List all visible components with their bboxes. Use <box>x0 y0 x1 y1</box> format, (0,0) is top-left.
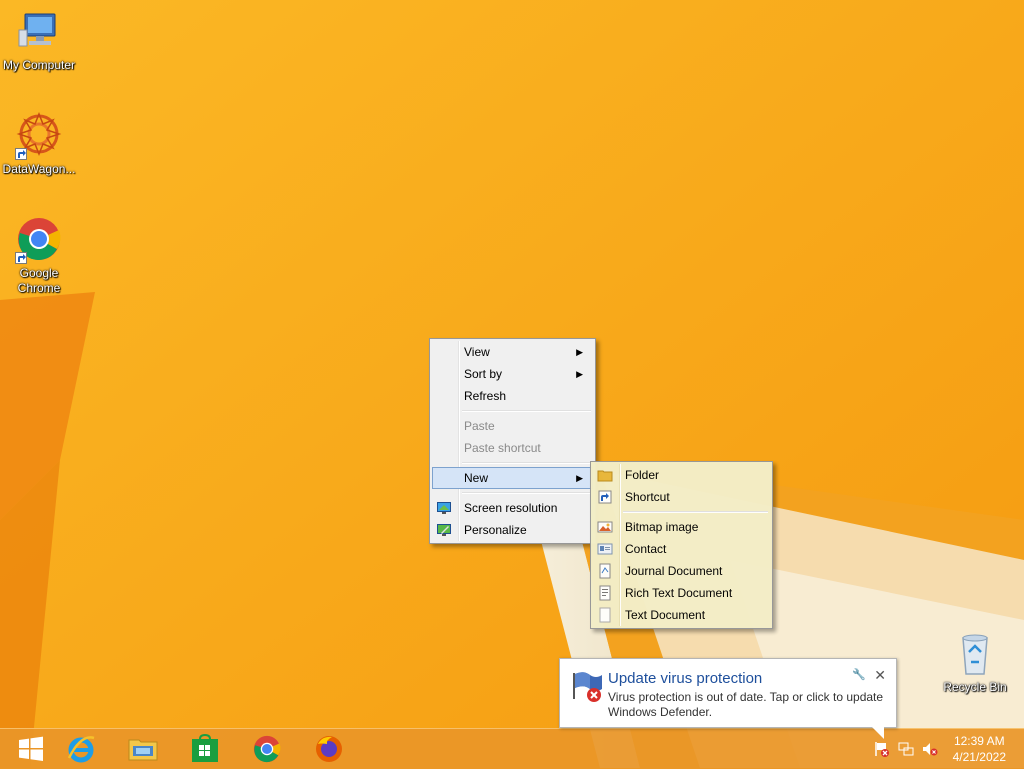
desktop-icon-label: DataWagon... <box>2 162 76 176</box>
menu-separator <box>462 410 591 412</box>
menu-item-sort-by[interactable]: Sort by ▶ <box>432 363 593 385</box>
taskbar-chrome[interactable] <box>236 729 298 769</box>
contact-icon <box>597 543 613 555</box>
menu-item-label: Journal Document <box>625 564 723 578</box>
submenu-item-rich-text-document[interactable]: Rich Text Document <box>593 582 770 604</box>
taskbar-firefox[interactable] <box>298 729 360 769</box>
datawagon-icon <box>15 111 63 160</box>
new-submenu: Folder Shortcut Bitmap image Contact Jou… <box>590 461 773 629</box>
chrome-icon <box>253 735 281 763</box>
menu-item-label: Screen resolution <box>464 501 558 515</box>
defender-flag-icon <box>573 672 602 702</box>
screen-resolution-icon <box>437 502 451 514</box>
taskbar-internet-explorer[interactable] <box>50 729 112 769</box>
menu-item-new[interactable]: New ▶ <box>432 467 593 489</box>
bitmap-icon <box>597 521 613 533</box>
clock-date: 4/21/2022 <box>952 750 1006 764</box>
desktop-icon-label: Recycle Bin <box>943 680 1007 694</box>
menu-item-label: Personalize <box>464 523 527 537</box>
notification-balloon[interactable]: Update virus protection Virus protection… <box>559 658 897 739</box>
submenu-item-contact[interactable]: Contact <box>593 538 770 560</box>
menu-item-paste[interactable]: Paste <box>432 415 593 437</box>
taskbar-file-explorer[interactable] <box>112 729 174 769</box>
chevron-right-icon: ▶ <box>576 347 583 357</box>
menu-item-screen-resolution[interactable]: Screen resolution <box>432 497 593 519</box>
computer-icon <box>15 8 63 56</box>
chrome-icon <box>15 216 63 264</box>
taskbar-store[interactable] <box>174 729 236 769</box>
desktop-icon-recycle-bin[interactable]: Recycle Bin <box>936 630 1014 695</box>
firefox-icon <box>316 736 342 762</box>
chevron-right-icon: ▶ <box>576 473 583 483</box>
journal-icon <box>599 563 611 579</box>
submenu-item-folder[interactable]: Folder <box>593 464 770 486</box>
menu-separator <box>623 511 768 513</box>
file-explorer-icon <box>128 739 158 761</box>
menu-item-label: Text Document <box>625 608 706 622</box>
shortcut-icon <box>598 490 612 504</box>
text-document-icon <box>599 607 611 623</box>
chevron-right-icon: ▶ <box>576 369 583 379</box>
menu-item-label: New <box>464 471 489 485</box>
notification-message: Virus protection is out of date. Tap or … <box>608 690 884 719</box>
menu-item-label: Paste shortcut <box>464 441 541 455</box>
desktop-icon-my-computer[interactable]: My Computer <box>0 8 78 73</box>
rtf-icon <box>599 585 611 601</box>
submenu-item-shortcut[interactable]: Shortcut <box>593 486 770 508</box>
desktop-icon-label: Google Chrome <box>17 266 61 295</box>
settings-wrench-icon[interactable]: 🔧 <box>852 668 866 681</box>
internet-explorer-icon <box>67 736 95 763</box>
menu-item-label: Folder <box>625 468 660 482</box>
menu-item-label: View <box>464 345 490 359</box>
desktop-context-menu: View ▶ Sort by ▶ Refresh Paste Paste sho… <box>429 338 596 544</box>
taskbar: 12:39 AM 4/21/2022 <box>0 728 1024 769</box>
volume-muted-icon[interactable] <box>922 741 938 757</box>
notification-title: Update virus protection <box>608 670 763 687</box>
close-icon[interactable]: ✕ <box>874 667 886 684</box>
action-center-flag-icon[interactable] <box>874 741 890 757</box>
folder-icon <box>597 470 613 482</box>
store-icon <box>192 734 218 762</box>
menu-item-label: Refresh <box>464 389 507 403</box>
balloon-tail <box>872 727 884 739</box>
system-clock[interactable]: 12:39 AM 4/21/2022 <box>953 733 1006 765</box>
shortcut-arrow-icon <box>15 148 27 160</box>
menu-item-label: Rich Text Document <box>625 586 733 600</box>
menu-item-paste-shortcut[interactable]: Paste shortcut <box>432 437 593 459</box>
start-icon <box>19 736 43 761</box>
desktop-icon-google-chrome[interactable]: Google Chrome <box>0 216 78 296</box>
submenu-item-journal-document[interactable]: Journal Document <box>593 560 770 582</box>
menu-item-label: Shortcut <box>625 490 670 504</box>
menu-item-label: Paste <box>464 419 495 433</box>
menu-item-view[interactable]: View ▶ <box>432 341 593 363</box>
personalize-icon <box>437 524 451 536</box>
submenu-item-bitmap-image[interactable]: Bitmap image <box>593 516 770 538</box>
shortcut-arrow-icon <box>15 252 27 264</box>
submenu-item-text-document[interactable]: Text Document <box>593 604 770 626</box>
recycle-bin-icon <box>951 630 999 678</box>
clock-time: 12:39 AM <box>953 734 1005 748</box>
network-icon[interactable] <box>898 741 914 757</box>
menu-item-label: Bitmap image <box>625 520 699 534</box>
menu-separator <box>462 462 591 464</box>
menu-item-refresh[interactable]: Refresh <box>432 385 593 407</box>
desktop-icon-datawagon[interactable]: DataWagon... <box>0 111 78 177</box>
menu-item-personalize[interactable]: Personalize <box>432 519 593 541</box>
menu-item-label: Sort by <box>464 367 503 381</box>
menu-separator <box>462 492 591 494</box>
menu-item-label: Contact <box>625 542 667 556</box>
desktop-icon-label: My Computer <box>2 58 76 72</box>
